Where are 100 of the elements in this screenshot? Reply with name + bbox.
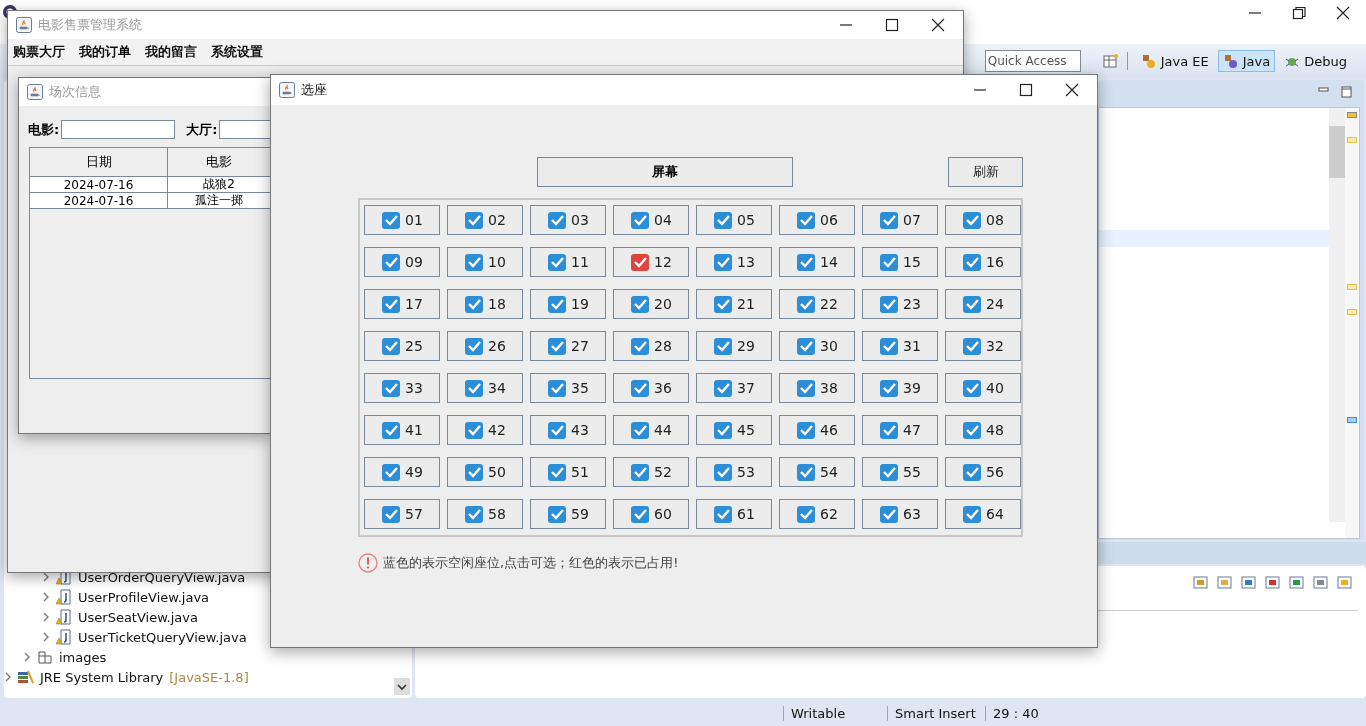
seat-checkbox[interactable]: 49: [364, 457, 440, 487]
seat-checkbox[interactable]: 50: [447, 457, 523, 487]
filter-field[interactable]: [219, 120, 271, 139]
console-tool-icon[interactable]: [1312, 574, 1330, 592]
seat-checkbox[interactable]: 30: [779, 331, 855, 361]
seat-checkbox[interactable]: 11: [530, 247, 606, 277]
seat-checkbox[interactable]: 63: [862, 499, 938, 529]
console-tool-icon[interactable]: [1264, 574, 1282, 592]
seat-checkbox[interactable]: 19: [530, 289, 606, 319]
close-icon[interactable]: [929, 16, 947, 34]
seat-checkbox[interactable]: 04: [613, 205, 689, 235]
seat-checkbox[interactable]: 46: [779, 415, 855, 445]
seat-checkbox[interactable]: 42: [447, 415, 523, 445]
tree-item[interactable]: UserOrderQueryView.java: [78, 569, 246, 585]
seat-checkbox[interactable]: 31: [862, 331, 938, 361]
open-perspective-icon[interactable]: [1102, 53, 1119, 69]
seat-checkbox[interactable]: 56: [945, 457, 1021, 487]
maximize-icon[interactable]: [883, 16, 901, 34]
chevron-icon[interactable]: [4, 672, 12, 682]
seat-checkbox[interactable]: 41: [364, 415, 440, 445]
tree-item[interactable]: UserTicketQueryView.java: [78, 629, 247, 645]
seat-checkbox[interactable]: 61: [696, 499, 772, 529]
perspective-button[interactable]: Debug: [1279, 50, 1352, 72]
seat-checkbox[interactable]: 06: [779, 205, 855, 235]
scrollbar-thumb[interactable]: [1329, 126, 1345, 178]
seat-checkbox[interactable]: 17: [364, 289, 440, 319]
seat-checkbox[interactable]: 51: [530, 457, 606, 487]
seat-checkbox[interactable]: 40: [945, 373, 1021, 403]
seat-checkbox[interactable]: 21: [696, 289, 772, 319]
seat-checkbox[interactable]: 18: [447, 289, 523, 319]
seat-checkbox[interactable]: 15: [862, 247, 938, 277]
seat-checkbox[interactable]: 16: [945, 247, 1021, 277]
seat-checkbox[interactable]: 45: [696, 415, 772, 445]
seat-checkbox[interactable]: 58: [447, 499, 523, 529]
seat-checkbox[interactable]: 32: [945, 331, 1021, 361]
scroll-down-icon[interactable]: [397, 682, 407, 691]
seat-checkbox[interactable]: 43: [530, 415, 606, 445]
seat-checkbox[interactable]: 34: [447, 373, 523, 403]
quick-access-field[interactable]: Quick Access: [984, 50, 1081, 72]
seat-checkbox[interactable]: 37: [696, 373, 772, 403]
seat-checkbox[interactable]: 27: [530, 331, 606, 361]
ruler-marker[interactable]: [1347, 137, 1357, 143]
seat-checkbox[interactable]: 44: [613, 415, 689, 445]
seat-checkbox[interactable]: 14: [779, 247, 855, 277]
seat-checkbox[interactable]: 09: [364, 247, 440, 277]
tree-item[interactable]: UserSeatView.java: [78, 609, 198, 625]
filter-field[interactable]: [61, 120, 176, 139]
menu-item[interactable]: 我的订单: [79, 43, 131, 61]
seat-checkbox[interactable]: 01: [364, 205, 440, 235]
vertical-scrollbar[interactable]: [1329, 108, 1345, 522]
ruler-marker[interactable]: [1347, 112, 1357, 118]
seat-checkbox[interactable]: 12: [613, 247, 689, 277]
seat-checkbox[interactable]: 48: [945, 415, 1021, 445]
console-tool-icon[interactable]: [1240, 574, 1258, 592]
seat-checkbox[interactable]: 26: [447, 331, 523, 361]
seat-checkbox[interactable]: 02: [447, 205, 523, 235]
perspective-button[interactable]: Java EE: [1135, 50, 1214, 72]
seat-checkbox[interactable]: 23: [862, 289, 938, 319]
tree-item[interactable]: UserProfileView.java: [78, 589, 210, 605]
seat-checkbox[interactable]: 13: [696, 247, 772, 277]
seat-checkbox[interactable]: 07: [862, 205, 938, 235]
maximize-icon[interactable]: [1017, 81, 1035, 99]
seat-checkbox[interactable]: 39: [862, 373, 938, 403]
close-icon[interactable]: [1063, 81, 1081, 99]
seat-checkbox[interactable]: 53: [696, 457, 772, 487]
seat-checkbox[interactable]: 62: [779, 499, 855, 529]
seat-checkbox[interactable]: 03: [530, 205, 606, 235]
seat-checkbox[interactable]: 05: [696, 205, 772, 235]
tree-item[interactable]: images: [59, 649, 107, 665]
menu-item[interactable]: 购票大厅: [13, 43, 65, 61]
seat-checkbox[interactable]: 29: [696, 331, 772, 361]
seat-checkbox[interactable]: 57: [364, 499, 440, 529]
seat-checkbox[interactable]: 08: [945, 205, 1021, 235]
chevron-icon[interactable]: [23, 652, 31, 662]
ruler-marker[interactable]: [1347, 417, 1357, 423]
seat-checkbox[interactable]: 60: [613, 499, 689, 529]
seat-checkbox[interactable]: 20: [613, 289, 689, 319]
seat-checkbox[interactable]: 35: [530, 373, 606, 403]
seat-checkbox[interactable]: 47: [862, 415, 938, 445]
close-icon[interactable]: [1334, 4, 1352, 22]
seat-checkbox[interactable]: 33: [364, 373, 440, 403]
ruler-marker[interactable]: [1347, 309, 1357, 315]
restore-icon[interactable]: [1290, 4, 1308, 22]
seat-checkbox[interactable]: 36: [613, 373, 689, 403]
ruler-marker[interactable]: [1347, 284, 1357, 290]
seat-checkbox[interactable]: 38: [779, 373, 855, 403]
seat-checkbox[interactable]: 10: [447, 247, 523, 277]
seat-checkbox[interactable]: 25: [364, 331, 440, 361]
seat-checkbox[interactable]: 24: [945, 289, 1021, 319]
minimize-icon[interactable]: [1318, 86, 1330, 94]
seat-checkbox[interactable]: 28: [613, 331, 689, 361]
perspective-button[interactable]: Java: [1217, 50, 1276, 72]
screen-button[interactable]: 屏幕: [537, 157, 794, 187]
seat-checkbox[interactable]: 54: [779, 457, 855, 487]
seat-checkbox[interactable]: 52: [613, 457, 689, 487]
console-tool-icon[interactable]: [1192, 574, 1210, 592]
console-tool-icon[interactable]: [1288, 574, 1306, 592]
seat-checkbox[interactable]: 59: [530, 499, 606, 529]
tree-item[interactable]: JRE System Library: [40, 669, 164, 685]
seat-checkbox[interactable]: 55: [862, 457, 938, 487]
